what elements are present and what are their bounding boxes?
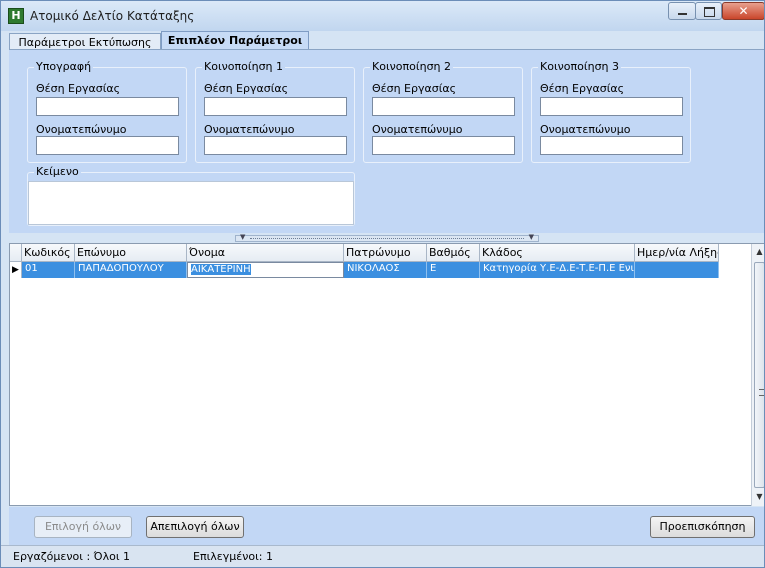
scroll-up-button[interactable]: ▲: [752, 244, 764, 260]
group-notification-2: Κοινοποίηση 2 Θέση Εργασίας Ονοματεπώνυμ…: [363, 60, 523, 163]
cell-code[interactable]: 01: [22, 262, 75, 278]
close-button[interactable]: ✕: [722, 2, 764, 20]
notification-1-name-input[interactable]: [204, 136, 347, 155]
cell-end-date[interactable]: [635, 262, 719, 278]
cell-fathers-name[interactable]: ΝΙΚΟΛΑΟΣ: [344, 262, 427, 278]
notification-3-position-input[interactable]: [540, 97, 683, 116]
group-legend: Υπογραφή: [34, 60, 94, 73]
close-icon: ✕: [738, 4, 749, 18]
name-label: Ονοματεπώνυμο: [36, 123, 127, 136]
position-label: Θέση Εργασίας: [540, 82, 625, 95]
main-window: H Ατομικό Δελτίο Κατάταξης ✕ Παράμετροι …: [0, 0, 765, 568]
maximize-button[interactable]: [695, 2, 722, 20]
chevron-down-icon: ▼: [528, 233, 534, 241]
minimize-button[interactable]: [668, 2, 696, 20]
name-label: Ονοματεπώνυμο: [540, 123, 631, 136]
tab-strip: Παράμετροι Εκτύπωσης Επιπλέον Παράμετροι: [9, 31, 764, 50]
group-legend: Κοινοποίηση 1: [202, 60, 286, 73]
notification-2-position-input[interactable]: [372, 97, 515, 116]
status-selected: Επιλεγμένοι: 1: [193, 550, 274, 563]
cell-surname[interactable]: ΠΑΠΑΔΟΠΟΥΛΟΥ: [75, 262, 187, 278]
cell-name-value: ΑΙΚΑΤΕΡΙΝΗ: [191, 264, 251, 275]
minimize-icon: [669, 3, 695, 19]
notification-1-position-input[interactable]: [204, 97, 347, 116]
title-bar[interactable]: H Ατομικό Δελτίο Κατάταξης ✕: [1, 1, 764, 31]
column-header-code[interactable]: Κωδικός: [22, 244, 75, 262]
preview-button[interactable]: Προεπισκόπηση: [650, 516, 755, 538]
app-icon: H: [8, 8, 24, 24]
extra-parameters-pane: Υπογραφή Θέση Εργασίας Ονοματεπώνυμο Κοι…: [9, 49, 764, 233]
cell-name-editor[interactable]: ΑΙΚΑΤΕΡΙΝΗ: [187, 262, 344, 278]
column-header-grade[interactable]: Βαθμός: [427, 244, 480, 262]
chevron-down-icon: ▼: [756, 492, 763, 501]
scroll-grip: [759, 389, 764, 396]
employees-grid[interactable]: Κωδικός Επώνυμο Όνομα Πατρώνυμο Βαθμός Κ…: [9, 243, 764, 506]
maximize-icon: [696, 3, 721, 19]
tab-extra-parameters[interactable]: Επιπλέον Παράμετροι: [161, 31, 309, 50]
position-label: Θέση Εργασίας: [204, 82, 289, 95]
column-header-end-date[interactable]: Ημερ/νία Λήξης: [635, 244, 719, 262]
position-label: Θέση Εργασίας: [372, 82, 457, 95]
chevron-down-icon: ▼: [240, 233, 246, 241]
cell-grade[interactable]: Ε: [427, 262, 480, 278]
row-indicator-header: [10, 244, 22, 262]
grid-vertical-scrollbar[interactable]: ▲ ▼: [751, 244, 764, 506]
group-legend: Κοινοποίηση 3: [538, 60, 622, 73]
column-header-fathers-name[interactable]: Πατρώνυμο: [344, 244, 427, 262]
column-header-name[interactable]: Όνομα: [187, 244, 344, 262]
group-notification-1: Κοινοποίηση 1 Θέση Εργασίας Ονοματεπώνυμ…: [195, 60, 355, 163]
name-label: Ονοματεπώνυμο: [204, 123, 295, 136]
column-header-surname[interactable]: Επώνυμο: [75, 244, 187, 262]
select-all-button[interactable]: Επιλογή όλων: [34, 516, 132, 538]
splitter-grip: [250, 238, 524, 239]
action-bar: Επιλογή όλων Απεπιλογή όλων Προεπισκόπησ…: [9, 507, 764, 545]
tab-print-parameters[interactable]: Παράμετροι Εκτύπωσης: [9, 33, 161, 50]
text-area[interactable]: [28, 181, 354, 225]
group-signature: Υπογραφή Θέση Εργασίας Ονοματεπώνυμο: [27, 60, 187, 163]
group-legend: Κείμενο: [34, 165, 81, 178]
signature-position-input[interactable]: [36, 97, 179, 116]
group-legend: Κοινοποίηση 2: [370, 60, 454, 73]
chevron-up-icon: ▲: [756, 247, 763, 256]
window-title: Ατομικό Δελτίο Κατάταξης: [30, 9, 195, 23]
column-header-branch[interactable]: Κλάδος: [480, 244, 635, 262]
name-label: Ονοματεπώνυμο: [372, 123, 463, 136]
deselect-all-button[interactable]: Απεπιλογή όλων: [146, 516, 244, 538]
cell-branch[interactable]: Κατηγορία Υ.Ε-Δ.Ε-Τ.Ε-Π.Ε Ενιαίος: [480, 262, 635, 278]
splitter-handle[interactable]: ▼ ▼: [235, 233, 539, 242]
scroll-thumb[interactable]: [754, 262, 764, 488]
status-bar: Εργαζόμενοι : Όλοι 1 Επιλεγμένοι: 1: [1, 545, 764, 567]
signature-name-input[interactable]: [36, 136, 179, 155]
position-label: Θέση Εργασίας: [36, 82, 121, 95]
status-employees: Εργαζόμενοι : Όλοι 1: [13, 550, 131, 563]
notification-3-name-input[interactable]: [540, 136, 683, 155]
group-text: Κείμενο: [27, 165, 355, 226]
scroll-down-button[interactable]: ▼: [752, 489, 764, 505]
row-indicator: ▶: [10, 262, 22, 278]
notification-2-name-input[interactable]: [372, 136, 515, 155]
group-notification-3: Κοινοποίηση 3 Θέση Εργασίας Ονοματεπώνυμ…: [531, 60, 691, 163]
